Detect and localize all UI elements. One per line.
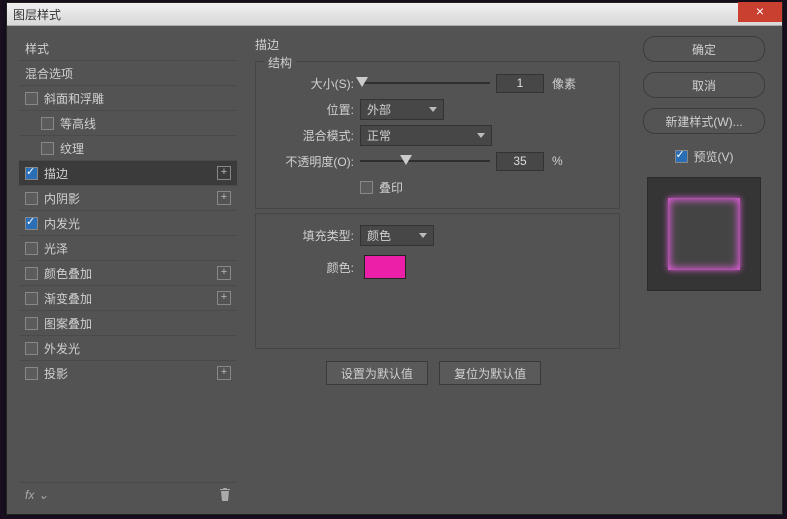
position-select[interactable]: 外部 — [360, 99, 444, 120]
structure-group: 结构 大小(S): 1 像素 位置: 外部 混合模式: 正常 不透明度(O): … — [255, 61, 620, 209]
overprint-checkbox[interactable] — [360, 181, 373, 194]
styles-list: 样式 混合选项 斜面和浮雕 等高线 纹理 描边+ 内阴影+ 内发光 光泽 颜色叠… — [19, 36, 237, 507]
checkbox[interactable] — [25, 292, 38, 305]
add-icon[interactable]: + — [217, 191, 231, 205]
blendmode-label: 混合模式: — [266, 127, 360, 144]
trash-icon[interactable] — [219, 488, 231, 502]
filltype-select[interactable]: 颜色 — [360, 225, 434, 246]
blendmode-select[interactable]: 正常 — [360, 125, 492, 146]
fill-group: 填充类型: 颜色 颜色: — [255, 213, 620, 349]
filltype-label: 填充类型: — [266, 227, 360, 244]
styles-header[interactable]: 样式 — [19, 36, 237, 60]
fx-footer: fx ⌄ — [19, 482, 237, 507]
checkbox[interactable] — [25, 92, 38, 105]
overprint-label: 叠印 — [379, 179, 403, 196]
item-contour[interactable]: 等高线 — [19, 110, 237, 135]
section-title: 描边 — [255, 36, 620, 53]
blend-options[interactable]: 混合选项 — [19, 60, 237, 85]
fx-label[interactable]: fx — [25, 488, 34, 502]
right-panel: 确定 取消 新建样式(W)... 预览(V) — [638, 36, 770, 507]
checkbox[interactable] — [25, 167, 38, 180]
item-bevel[interactable]: 斜面和浮雕 — [19, 85, 237, 110]
item-pattern-overlay[interactable]: 图案叠加 — [19, 310, 237, 335]
cancel-button[interactable]: 取消 — [643, 72, 765, 98]
item-texture[interactable]: 纹理 — [19, 135, 237, 160]
opacity-unit: % — [552, 154, 563, 168]
checkbox[interactable] — [25, 192, 38, 205]
color-label: 颜色: — [266, 259, 360, 276]
reset-default-button[interactable]: 复位为默认值 — [439, 361, 541, 385]
item-outer-glow[interactable]: 外发光 — [19, 335, 237, 360]
item-color-overlay[interactable]: 颜色叠加+ — [19, 260, 237, 285]
window-title: 图层样式 — [13, 6, 61, 23]
size-input[interactable]: 1 — [496, 74, 544, 93]
checkbox[interactable] — [25, 242, 38, 255]
checkbox[interactable] — [41, 142, 54, 155]
add-icon[interactable]: + — [217, 266, 231, 280]
checkbox[interactable] — [25, 367, 38, 380]
titlebar[interactable]: 图层样式 × — [7, 3, 782, 26]
opacity-input[interactable]: 35 — [496, 152, 544, 171]
item-drop-shadow[interactable]: 投影+ — [19, 360, 237, 385]
item-satin[interactable]: 光泽 — [19, 235, 237, 260]
ok-button[interactable]: 确定 — [643, 36, 765, 62]
checkbox[interactable] — [25, 317, 38, 330]
checkbox[interactable] — [25, 217, 38, 230]
close-button[interactable]: × — [738, 2, 782, 22]
item-inner-shadow[interactable]: 内阴影+ — [19, 185, 237, 210]
color-swatch[interactable] — [364, 255, 406, 279]
size-unit: 像素 — [552, 75, 576, 92]
position-label: 位置: — [266, 101, 360, 118]
preview-box — [647, 177, 761, 291]
preview-checkbox[interactable] — [675, 150, 688, 163]
add-icon[interactable]: + — [217, 166, 231, 180]
add-icon[interactable]: + — [217, 366, 231, 380]
group-title: 结构 — [264, 54, 296, 71]
preview-swatch — [668, 198, 740, 270]
item-gradient-overlay[interactable]: 渐变叠加+ — [19, 285, 237, 310]
checkbox[interactable] — [41, 117, 54, 130]
add-icon[interactable]: + — [217, 291, 231, 305]
checkbox[interactable] — [25, 342, 38, 355]
make-default-button[interactable]: 设置为默认值 — [326, 361, 428, 385]
new-style-button[interactable]: 新建样式(W)... — [643, 108, 765, 134]
opacity-label: 不透明度(O): — [266, 153, 360, 170]
layer-style-window: 图层样式 × 样式 混合选项 斜面和浮雕 等高线 纹理 描边+ 内阴影+ 内发光… — [6, 2, 783, 515]
checkbox[interactable] — [25, 267, 38, 280]
stroke-panel: 描边 结构 大小(S): 1 像素 位置: 外部 混合模式: 正常 不透明度(O… — [255, 36, 620, 507]
opacity-slider[interactable] — [360, 154, 490, 168]
preview-label: 预览(V) — [694, 148, 734, 165]
size-label: 大小(S): — [266, 75, 360, 92]
size-slider[interactable] — [360, 76, 490, 90]
item-stroke[interactable]: 描边+ — [19, 160, 237, 185]
item-inner-glow[interactable]: 内发光 — [19, 210, 237, 235]
arrow-icon[interactable]: ⌄ — [38, 488, 48, 502]
